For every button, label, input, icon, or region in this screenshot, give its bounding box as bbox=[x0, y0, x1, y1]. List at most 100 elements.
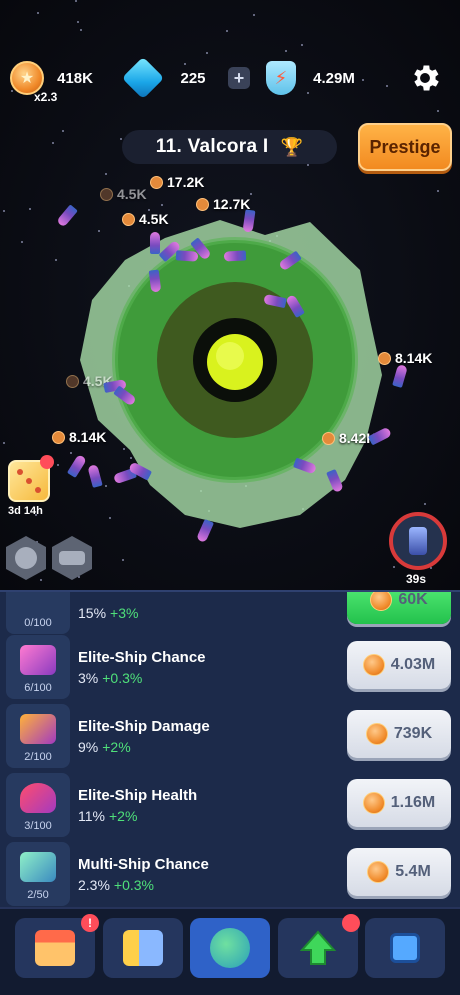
star bbox=[386, 85, 388, 87]
prestige-button[interactable]: Prestige bbox=[358, 123, 452, 171]
star bbox=[161, 204, 163, 206]
upgrade-increment: +3% bbox=[110, 605, 139, 621]
coin-icon bbox=[196, 197, 209, 211]
star bbox=[253, 14, 255, 16]
trophy-icon: 🏆 bbox=[280, 136, 304, 157]
nav-ships[interactable] bbox=[103, 918, 183, 978]
floating-reward: 17.2K bbox=[150, 174, 204, 190]
star bbox=[285, 50, 287, 52]
star bbox=[29, 208, 31, 210]
coin-icon bbox=[66, 374, 79, 388]
star bbox=[37, 12, 39, 14]
ship-upgrade-icon bbox=[123, 930, 163, 966]
ship bbox=[392, 364, 408, 388]
star bbox=[3, 442, 5, 444]
upgrade-level: 3/100 bbox=[24, 820, 52, 832]
arrow-up-icon bbox=[299, 930, 337, 965]
floating-reward: 8.14K bbox=[52, 429, 106, 445]
robot-ship-icon bbox=[409, 527, 427, 555]
planet-title: 11. Valcora I bbox=[155, 136, 269, 157]
star bbox=[105, 173, 107, 175]
elite-ship-chance-icon bbox=[20, 645, 56, 675]
nav-shop[interactable]: ! bbox=[15, 914, 99, 978]
multi-ship-icon bbox=[20, 852, 56, 882]
upgrade-cost: 1.16M bbox=[390, 794, 436, 811]
upgrade-level: 2/100 bbox=[24, 751, 52, 763]
shop-icon bbox=[35, 930, 75, 966]
upgrade-row: 3/100 Elite-Ship Health 11% +2% 1.16M bbox=[0, 773, 460, 841]
coin-icon bbox=[378, 351, 391, 365]
floating-reward: 12.7K bbox=[196, 196, 250, 212]
upgrade-cost: 5.4M bbox=[395, 863, 431, 880]
upgrade-cost: 739K bbox=[393, 725, 433, 742]
upgrade-increment: +0.3% bbox=[113, 877, 155, 893]
coin-icon bbox=[370, 592, 393, 611]
heart-ship-icon bbox=[20, 783, 56, 813]
coin-icon bbox=[122, 212, 135, 226]
speed-ship-ability-icon[interactable] bbox=[52, 536, 92, 580]
upgrade-value: 2.3% +0.3% bbox=[78, 877, 154, 893]
gem-counter: 225 + bbox=[121, 56, 250, 100]
star bbox=[80, 29, 82, 31]
reward-value: 4.5K bbox=[117, 186, 147, 202]
star bbox=[75, 0, 77, 2]
coin-icon bbox=[100, 187, 113, 201]
bottom-nav: ! bbox=[0, 907, 460, 995]
buy-upgrade-button[interactable]: 4.03M bbox=[347, 641, 451, 689]
coin-icon bbox=[52, 430, 65, 444]
star bbox=[430, 567, 432, 569]
reward-value: 4.5K bbox=[139, 211, 169, 227]
upgrade-level: 6/100 bbox=[24, 682, 52, 694]
reward-value: 17.2K bbox=[167, 174, 205, 190]
coin-icon bbox=[362, 792, 385, 814]
upgrade-row: 2/100 Elite-Ship Damage 9% +2% 739K bbox=[0, 704, 460, 772]
star bbox=[122, 559, 124, 561]
ship bbox=[223, 250, 247, 262]
upgrade-icon: 0/100 bbox=[6, 592, 70, 634]
upgrade-level: 0/100 bbox=[24, 617, 52, 629]
upgrade-row: 6/100 Elite-Ship Chance 3% +0.3% 4.03M bbox=[0, 635, 460, 703]
upgrade-icon: 3/100 bbox=[6, 773, 70, 837]
star bbox=[77, 21, 79, 23]
star bbox=[62, 130, 64, 132]
planet-title-bar[interactable]: 11. Valcora I 🏆 bbox=[122, 130, 337, 164]
shield-ability-icon[interactable] bbox=[6, 536, 46, 580]
coin-icon bbox=[150, 175, 163, 189]
coin-multiplier: x2.3 bbox=[34, 90, 58, 104]
star bbox=[437, 190, 439, 192]
buy-upgrade-button[interactable]: 5.4M bbox=[347, 848, 451, 896]
upgrade-base: 15% bbox=[78, 605, 107, 621]
buy-upgrade-button[interactable]: 1.16M bbox=[347, 779, 451, 827]
planet-icon bbox=[210, 928, 250, 968]
coin-icon bbox=[367, 861, 390, 883]
star bbox=[206, 52, 208, 54]
upgrade-base: 3% bbox=[78, 670, 99, 686]
boost-timer: 39s bbox=[406, 572, 427, 586]
nav-upgrades[interactable] bbox=[278, 914, 360, 978]
star bbox=[52, 142, 54, 144]
boost-button[interactable] bbox=[389, 512, 447, 570]
upgrade-value: 11% +2% bbox=[78, 808, 137, 824]
coin-icon bbox=[365, 723, 388, 745]
elite-ship-damage-icon bbox=[20, 714, 56, 744]
star bbox=[55, 259, 57, 261]
upgrade-list[interactable]: 0/100 15% +3% 60K 6/100 Elite-Ship Chance… bbox=[0, 590, 460, 907]
buy-upgrade-button[interactable]: 60K bbox=[347, 591, 451, 624]
add-gems-button[interactable]: + bbox=[228, 67, 250, 89]
coin-counter: ★ 418K bbox=[10, 60, 112, 96]
upgrade-icon: 2/100 bbox=[6, 704, 70, 768]
gear-icon[interactable] bbox=[408, 61, 442, 95]
floating-reward: 4.5K bbox=[122, 211, 169, 227]
upgrade-value: 9% +2% bbox=[78, 739, 131, 755]
game-viewport[interactable]: ★ 418K x2.3 225 + ⚡ 4.29M 11. Valcora I … bbox=[0, 0, 460, 590]
buy-upgrade-button[interactable]: 739K bbox=[347, 710, 451, 758]
nav-chip[interactable] bbox=[365, 918, 445, 978]
upgrade-base: 2.3% bbox=[78, 877, 110, 893]
upgrade-cost: 60K bbox=[398, 591, 428, 608]
upgrade-value: 3% +0.3% bbox=[78, 670, 142, 686]
nav-planet[interactable] bbox=[190, 918, 270, 978]
upgrade-cost: 4.03M bbox=[390, 656, 436, 673]
star bbox=[307, 164, 309, 166]
upgrade-icon: 6/100 bbox=[6, 635, 70, 699]
upgrade-name: Elite-Ship Health bbox=[78, 787, 198, 804]
